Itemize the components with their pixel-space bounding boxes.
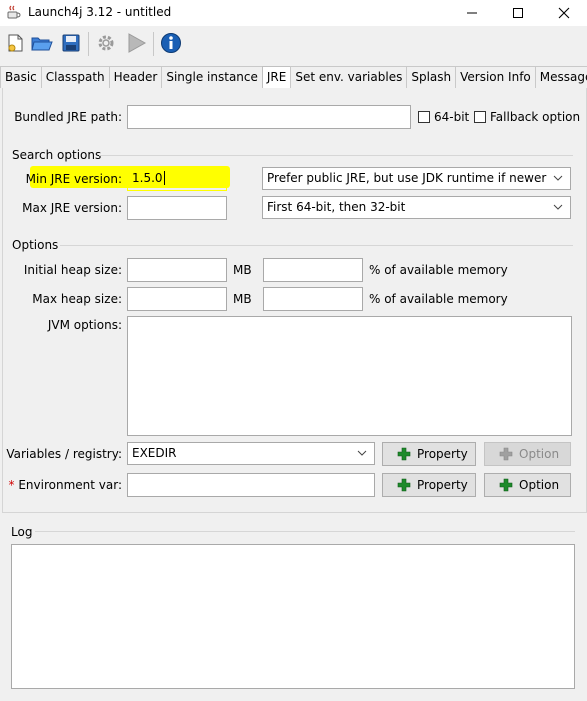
test-wrapper-button[interactable] <box>124 32 148 54</box>
initial-heap-mb-input[interactable] <box>127 258 227 282</box>
tab-basic[interactable]: Basic <box>0 66 42 88</box>
add-option-button[interactable]: Option <box>484 442 571 466</box>
env-option-label: Option <box>519 478 560 492</box>
window-title: Launch4j 3.12 - untitled <box>28 5 172 19</box>
jdk-preference-value: Prefer public JRE, but use JDK runtime i… <box>267 171 547 185</box>
bundled-jre-path-input[interactable] <box>127 105 411 129</box>
chevron-down-icon <box>357 450 367 456</box>
close-icon <box>558 7 570 19</box>
tab-strip: Basic Classpath Header Single instance JRE Se… <box>0 66 587 89</box>
add-option-label: Option <box>519 447 560 461</box>
variables-registry-label: Variables / registry: <box>6 447 122 461</box>
open-config-button[interactable] <box>30 32 54 54</box>
plus-icon <box>499 478 513 492</box>
new-file-icon <box>8 34 23 52</box>
environment-var-label-row: * Environment var: <box>4 478 123 492</box>
text-cursor <box>163 171 165 185</box>
chevron-down-icon <box>553 204 563 210</box>
variables-registry-value: EXEDIR <box>132 446 177 460</box>
maximize-button[interactable] <box>495 0 541 26</box>
max-jre-version-label: Max JRE version: <box>22 201 122 215</box>
minimize-button[interactable] <box>449 0 495 26</box>
environment-var-label: Environment var: <box>18 478 122 492</box>
tab-set-env-variables[interactable]: Set env. variables <box>290 66 408 88</box>
min-jre-version-label: Min JRE version: <box>25 172 122 186</box>
save-icon <box>62 34 80 52</box>
gear-icon <box>98 35 114 51</box>
initial-heap-percent-input[interactable] <box>263 258 363 282</box>
min-jre-version-value: 1.5.0 <box>132 171 163 185</box>
env-option-button[interactable]: Option <box>484 473 571 497</box>
tab-version-info[interactable]: Version Info <box>455 66 536 88</box>
env-property-label: Property <box>417 478 468 492</box>
required-marker: * <box>8 478 15 492</box>
initial-heap-percent-label: % of available memory <box>369 263 508 277</box>
min-jre-version-input[interactable]: 1.5.0 <box>127 167 227 191</box>
add-property-label: Property <box>417 447 468 461</box>
fallback-option-checkbox[interactable] <box>474 111 486 123</box>
section-divider <box>99 155 573 156</box>
section-divider <box>60 245 573 246</box>
plus-icon <box>397 447 411 461</box>
section-divider <box>35 531 575 532</box>
log-title: Log <box>11 525 33 539</box>
plus-icon <box>499 447 513 461</box>
play-icon <box>128 33 147 53</box>
max-heap-mb-unit: MB <box>233 292 252 306</box>
java-app-icon <box>7 5 21 20</box>
toolbar-separator <box>88 32 89 56</box>
max-heap-percent-input[interactable] <box>263 287 363 311</box>
info-icon <box>161 33 181 53</box>
initial-heap-label: Initial heap size: <box>23 263 122 277</box>
max-heap-percent-label: % of available memory <box>369 292 508 306</box>
runtime-bits-value: First 64-bit, then 32-bit <box>267 200 406 214</box>
env-property-button[interactable]: Property <box>382 473 476 497</box>
add-property-button[interactable]: Property <box>382 442 476 466</box>
toolbar-separator <box>153 32 154 56</box>
folder-open-icon <box>31 37 53 51</box>
tab-classpath[interactable]: Classpath <box>40 66 110 88</box>
chevron-down-icon <box>553 175 563 181</box>
search-options-title: Search options <box>12 148 102 162</box>
close-button[interactable] <box>541 0 587 26</box>
max-heap-label: Max heap size: <box>32 292 122 306</box>
runtime-bits-select[interactable]: First 64-bit, then 32-bit <box>262 196 571 219</box>
bundled-jre-path-label: Bundled JRE path: <box>14 110 122 124</box>
64bit-label: 64-bit <box>434 110 470 124</box>
initial-heap-mb-unit: MB <box>233 263 252 277</box>
jdk-preference-select[interactable]: Prefer public JRE, but use JDK runtime i… <box>262 167 571 190</box>
jvm-options-label: JVM options: <box>47 318 122 332</box>
max-heap-mb-input[interactable] <box>127 287 227 311</box>
build-wrapper-button[interactable] <box>94 32 118 54</box>
minimize-icon <box>467 12 477 14</box>
save-config-button[interactable] <box>59 32 83 54</box>
tab-header[interactable]: Header <box>108 66 163 88</box>
jvm-options-textarea[interactable] <box>127 316 572 436</box>
variables-registry-select[interactable]: EXEDIR <box>127 442 375 465</box>
fallback-option-label: Fallback option <box>490 110 581 124</box>
tab-splash[interactable]: Splash <box>406 66 457 88</box>
about-button[interactable] <box>159 32 183 54</box>
max-jre-version-input[interactable] <box>127 196 227 220</box>
plus-icon <box>397 478 411 492</box>
new-config-button[interactable] <box>4 32 28 54</box>
maximize-icon <box>513 8 523 18</box>
log-output[interactable] <box>11 544 575 689</box>
tab-single-instance[interactable]: Single instance <box>161 66 263 88</box>
64bit-checkbox[interactable] <box>418 111 430 123</box>
environment-var-input[interactable] <box>127 473 375 497</box>
tab-jre[interactable]: JRE <box>261 66 292 89</box>
tab-messages[interactable]: Messages <box>534 66 587 88</box>
options-title: Options <box>12 238 59 252</box>
